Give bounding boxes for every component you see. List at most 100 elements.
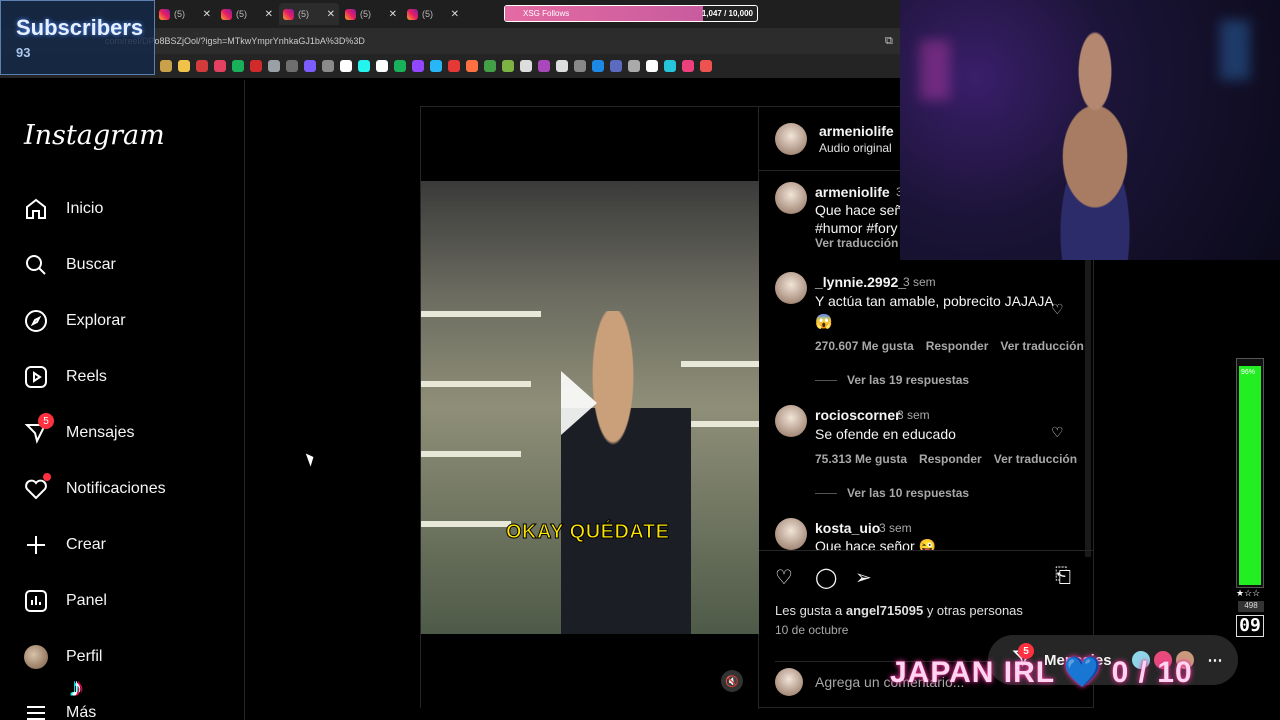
browser-tab[interactable]: (5) ✕: [341, 3, 401, 25]
reply-button[interactable]: Responder: [926, 339, 989, 353]
author-username[interactable]: armeniolife: [819, 123, 894, 139]
comment-age: 3 sem: [879, 521, 912, 535]
browser-tab[interactable]: (5) ✕: [155, 3, 215, 25]
video-person: [561, 311, 691, 634]
bookmark-icon[interactable]: [610, 60, 622, 72]
close-icon[interactable]: ✕: [451, 9, 459, 20]
bookmark-icon[interactable]: [484, 60, 496, 72]
notification-dot: [43, 473, 51, 481]
sidebar-item-dashboard[interactable]: Panel: [22, 587, 107, 615]
play-icon[interactable]: [561, 371, 597, 435]
heart-icon: [22, 473, 51, 503]
bookmark-icon[interactable]: [196, 60, 208, 72]
sidebar-item-messages[interactable]: 5 Mensajes: [22, 413, 134, 447]
bookmark-icon[interactable]: [286, 60, 298, 72]
commenter-avatar[interactable]: [775, 405, 807, 437]
close-icon[interactable]: ✕: [389, 9, 397, 20]
bookmark-icon[interactable]: [466, 60, 478, 72]
subscribers-widget: Subscribers 93: [0, 0, 155, 75]
audio-label[interactable]: Audio original: [819, 141, 892, 155]
bookmark-icon[interactable]: [574, 60, 586, 72]
liked-by-user[interactable]: angel715095: [846, 603, 923, 618]
comment-likes[interactable]: 75.313 Me gusta: [815, 452, 907, 466]
sidebar-item-create[interactable]: Crear: [22, 531, 106, 559]
author-avatar[interactable]: [775, 123, 807, 155]
comment-username[interactable]: rocioscorner: [815, 407, 901, 423]
comment-username[interactable]: kosta_uio: [815, 520, 880, 536]
bookmark-icon[interactable]: [412, 60, 424, 72]
view-replies[interactable]: Ver las 10 respuestas: [815, 486, 969, 500]
bookmark-icon[interactable]: [502, 60, 514, 72]
commenter-avatar[interactable]: [775, 272, 807, 304]
bookmark-icon[interactable]: [250, 60, 262, 72]
bookmark-icon[interactable]: [304, 60, 316, 72]
comment-age: 3 sem: [903, 275, 936, 289]
bookmark-icon[interactable]: [538, 60, 550, 72]
browser-tab-active[interactable]: (5) ✕: [279, 3, 339, 25]
bookmark-icon[interactable]: [430, 60, 442, 72]
translate-button[interactable]: Ver traducción: [1000, 339, 1083, 353]
bookmark-icon[interactable]: [178, 60, 190, 72]
bookmark-icon[interactable]: [592, 60, 604, 72]
bookmark-icon[interactable]: [556, 60, 568, 72]
bookmark-icon[interactable]: [682, 60, 694, 72]
sidebar-item-home[interactable]: Inicio: [22, 195, 103, 223]
sidebar-item-search[interactable]: Buscar: [22, 251, 116, 279]
close-icon[interactable]: ✕: [265, 9, 273, 20]
bookmark-icon[interactable]: [322, 60, 334, 72]
like-comment-icon[interactable]: ♡: [1051, 301, 1064, 318]
bookmark-icon[interactable]: [160, 60, 172, 72]
bookmark-icon[interactable]: [700, 60, 712, 72]
mute-icon[interactable]: 🔇: [721, 670, 743, 692]
sidebar-item-reels[interactable]: Reels: [22, 363, 107, 391]
comment-text: Que hace señor 😜: [815, 538, 936, 550]
cast-icon[interactable]: ⧉: [885, 35, 893, 48]
more-icon[interactable]: ⋯: [1208, 651, 1223, 669]
sidebar-item-label: Buscar: [66, 256, 116, 273]
reply-button[interactable]: Responder: [919, 452, 982, 466]
caption-translate[interactable]: Ver traducción: [815, 236, 898, 250]
close-icon[interactable]: ✕: [327, 9, 335, 20]
instagram-logo[interactable]: Instagram: [24, 120, 165, 151]
comment-likes[interactable]: 270.607 Me gusta: [815, 339, 914, 353]
comment-text: Y actúa tan amable, pobrecito JAJAJA 😱: [815, 293, 1053, 329]
sidebar-item-explore[interactable]: Explorar: [22, 307, 126, 335]
bookmark-icon[interactable]: [358, 60, 370, 72]
bookmark-icon[interactable]: [664, 60, 676, 72]
follow-goal-count: 1,047 / 10,000: [701, 9, 753, 18]
save-icon[interactable]: ⎗: [1055, 565, 1071, 588]
translate-button[interactable]: Ver traducción: [994, 452, 1077, 466]
bookmark-icon[interactable]: [376, 60, 388, 72]
comment-icon[interactable]: ◯: [815, 565, 837, 590]
bookmark-icon[interactable]: [628, 60, 640, 72]
close-icon[interactable]: ✕: [203, 9, 211, 20]
bookmark-icon[interactable]: [520, 60, 532, 72]
sidebar-item-profile[interactable]: Perfil: [22, 643, 102, 671]
browser-tab[interactable]: (5) ✕: [403, 3, 463, 25]
bookmark-icon[interactable]: [340, 60, 352, 72]
comment-username[interactable]: _lynnie.2992_: [815, 274, 906, 290]
instagram-icon: [159, 8, 170, 20]
video-frame[interactable]: OKAY QUÉDATE: [421, 181, 759, 634]
sidebar-item-label: Panel: [66, 592, 107, 609]
like-icon[interactable]: ♡: [775, 565, 793, 590]
share-icon[interactable]: ➢: [855, 565, 872, 590]
bookmark-icon[interactable]: [232, 60, 244, 72]
sidebar-item-notifications[interactable]: Notificaciones: [22, 473, 166, 503]
bookmark-icon[interactable]: [646, 60, 658, 72]
caption-username[interactable]: armeniolife: [815, 184, 890, 200]
view-replies[interactable]: Ver las 19 respuestas: [815, 373, 969, 387]
bookmark-icon[interactable]: [268, 60, 280, 72]
streamer-image: [1015, 30, 1175, 260]
caption-avatar[interactable]: [775, 182, 807, 214]
shelf: [421, 311, 541, 317]
like-comment-icon[interactable]: ♡: [1051, 424, 1064, 441]
bookmark-icon[interactable]: [394, 60, 406, 72]
divider: [815, 492, 837, 494]
browser-tab[interactable]: (5) ✕: [217, 3, 277, 25]
bookmark-icon[interactable]: [448, 60, 460, 72]
bookmark-icon[interactable]: [214, 60, 226, 72]
reel-video[interactable]: OKAY QUÉDATE 🔇: [421, 107, 759, 709]
liked-by: Les gusta a angel715095 y otras personas: [775, 603, 1023, 618]
commenter-avatar[interactable]: [775, 518, 807, 550]
